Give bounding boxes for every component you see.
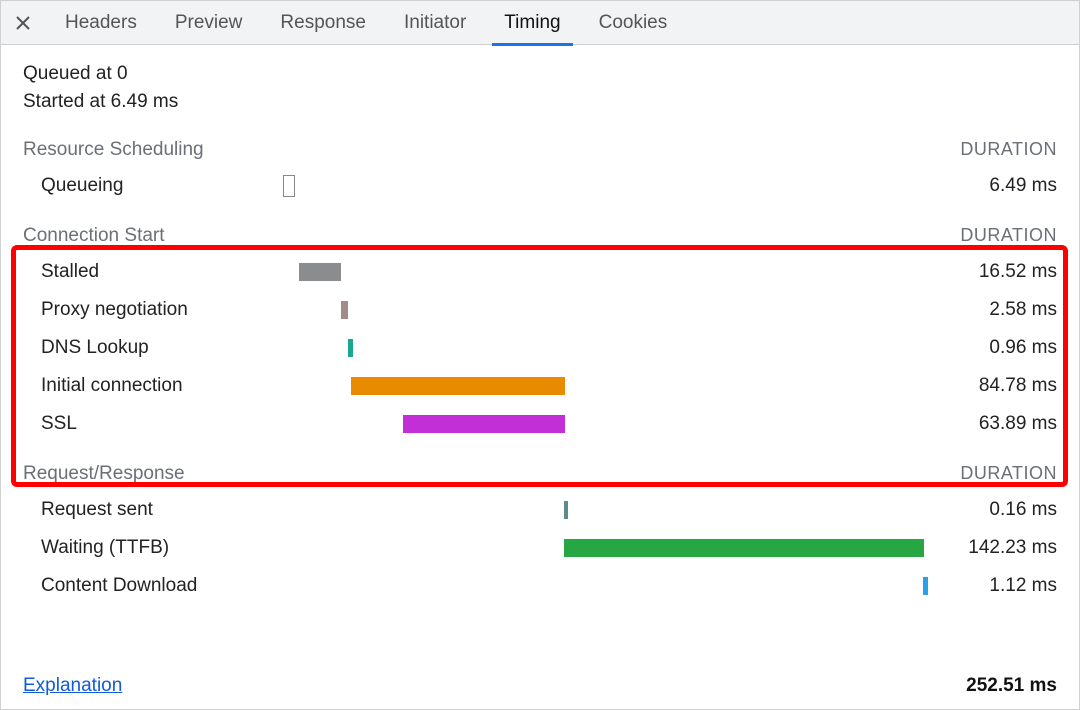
row-label: Request sent	[23, 499, 283, 521]
duration-label: DURATION	[960, 463, 1057, 484]
section-connection-header: Connection Start DURATION	[23, 225, 1057, 247]
row-label: Waiting (TTFB)	[23, 537, 283, 559]
bar-proxy	[341, 301, 348, 319]
timing-panel: Headers Preview Response Initiator Timin…	[0, 0, 1080, 710]
row-queueing: Queueing 6.49 ms	[23, 167, 1057, 205]
row-value: 1.12 ms	[927, 575, 1057, 597]
bar-waiting	[564, 539, 924, 557]
row-download: Content Download 1.12 ms	[23, 567, 1057, 605]
row-value: 0.96 ms	[927, 337, 1057, 359]
row-proxy: Proxy negotiation 2.58 ms	[23, 291, 1057, 329]
footer: Explanation 252.51 ms	[1, 675, 1079, 697]
row-dns: DNS Lookup 0.96 ms	[23, 329, 1057, 367]
row-value: 84.78 ms	[927, 375, 1057, 397]
queued-at-text: Queued at 0	[23, 63, 1057, 85]
content-area: Queued at 0 Started at 6.49 ms Resource …	[1, 45, 1079, 605]
row-value: 63.89 ms	[927, 413, 1057, 435]
row-label: Queueing	[23, 175, 283, 197]
row-label: SSL	[23, 413, 283, 435]
bar-queueing	[283, 175, 295, 197]
tab-headers[interactable]: Headers	[53, 1, 149, 45]
row-label: DNS Lookup	[23, 337, 283, 359]
tab-cookies[interactable]: Cookies	[587, 1, 680, 45]
row-label: Stalled	[23, 261, 283, 283]
bar-dns	[348, 339, 353, 357]
section-scheduling-header: Resource Scheduling DURATION	[23, 139, 1057, 161]
row-value: 2.58 ms	[927, 299, 1057, 321]
duration-label: DURATION	[960, 139, 1057, 160]
bar-conn	[351, 377, 565, 395]
row-value: 16.52 ms	[927, 261, 1057, 283]
row-value: 142.23 ms	[927, 537, 1057, 559]
bar-ssl	[403, 415, 565, 433]
row-conn: Initial connection 84.78 ms	[23, 367, 1057, 405]
row-label: Content Download	[23, 575, 283, 597]
bar-stalled	[299, 263, 341, 281]
section-reqres-title: Request/Response	[23, 463, 185, 485]
row-label: Initial connection	[23, 375, 283, 397]
bar-zone	[283, 177, 927, 195]
started-at-text: Started at 6.49 ms	[23, 91, 1057, 113]
close-icon[interactable]	[11, 11, 35, 35]
bar-request-sent	[564, 501, 568, 519]
row-label: Proxy negotiation	[23, 299, 283, 321]
row-request-sent: Request sent 0.16 ms	[23, 491, 1057, 529]
row-stalled: Stalled 16.52 ms	[23, 253, 1057, 291]
row-value: 0.16 ms	[927, 499, 1057, 521]
tab-preview[interactable]: Preview	[163, 1, 255, 45]
bar-download	[923, 577, 928, 595]
tab-timing[interactable]: Timing	[492, 1, 572, 45]
tab-bar: Headers Preview Response Initiator Timin…	[1, 1, 1079, 45]
explanation-link[interactable]: Explanation	[23, 675, 122, 697]
row-waiting: Waiting (TTFB) 142.23 ms	[23, 529, 1057, 567]
tab-response[interactable]: Response	[268, 1, 378, 45]
section-reqres-header: Request/Response DURATION	[23, 463, 1057, 485]
tab-initiator[interactable]: Initiator	[392, 1, 478, 45]
total-duration: 252.51 ms	[966, 675, 1057, 697]
section-connection-title: Connection Start	[23, 225, 165, 247]
row-ssl: SSL 63.89 ms	[23, 405, 1057, 443]
row-value: 6.49 ms	[927, 175, 1057, 197]
section-scheduling-title: Resource Scheduling	[23, 139, 204, 161]
duration-label: DURATION	[960, 225, 1057, 246]
